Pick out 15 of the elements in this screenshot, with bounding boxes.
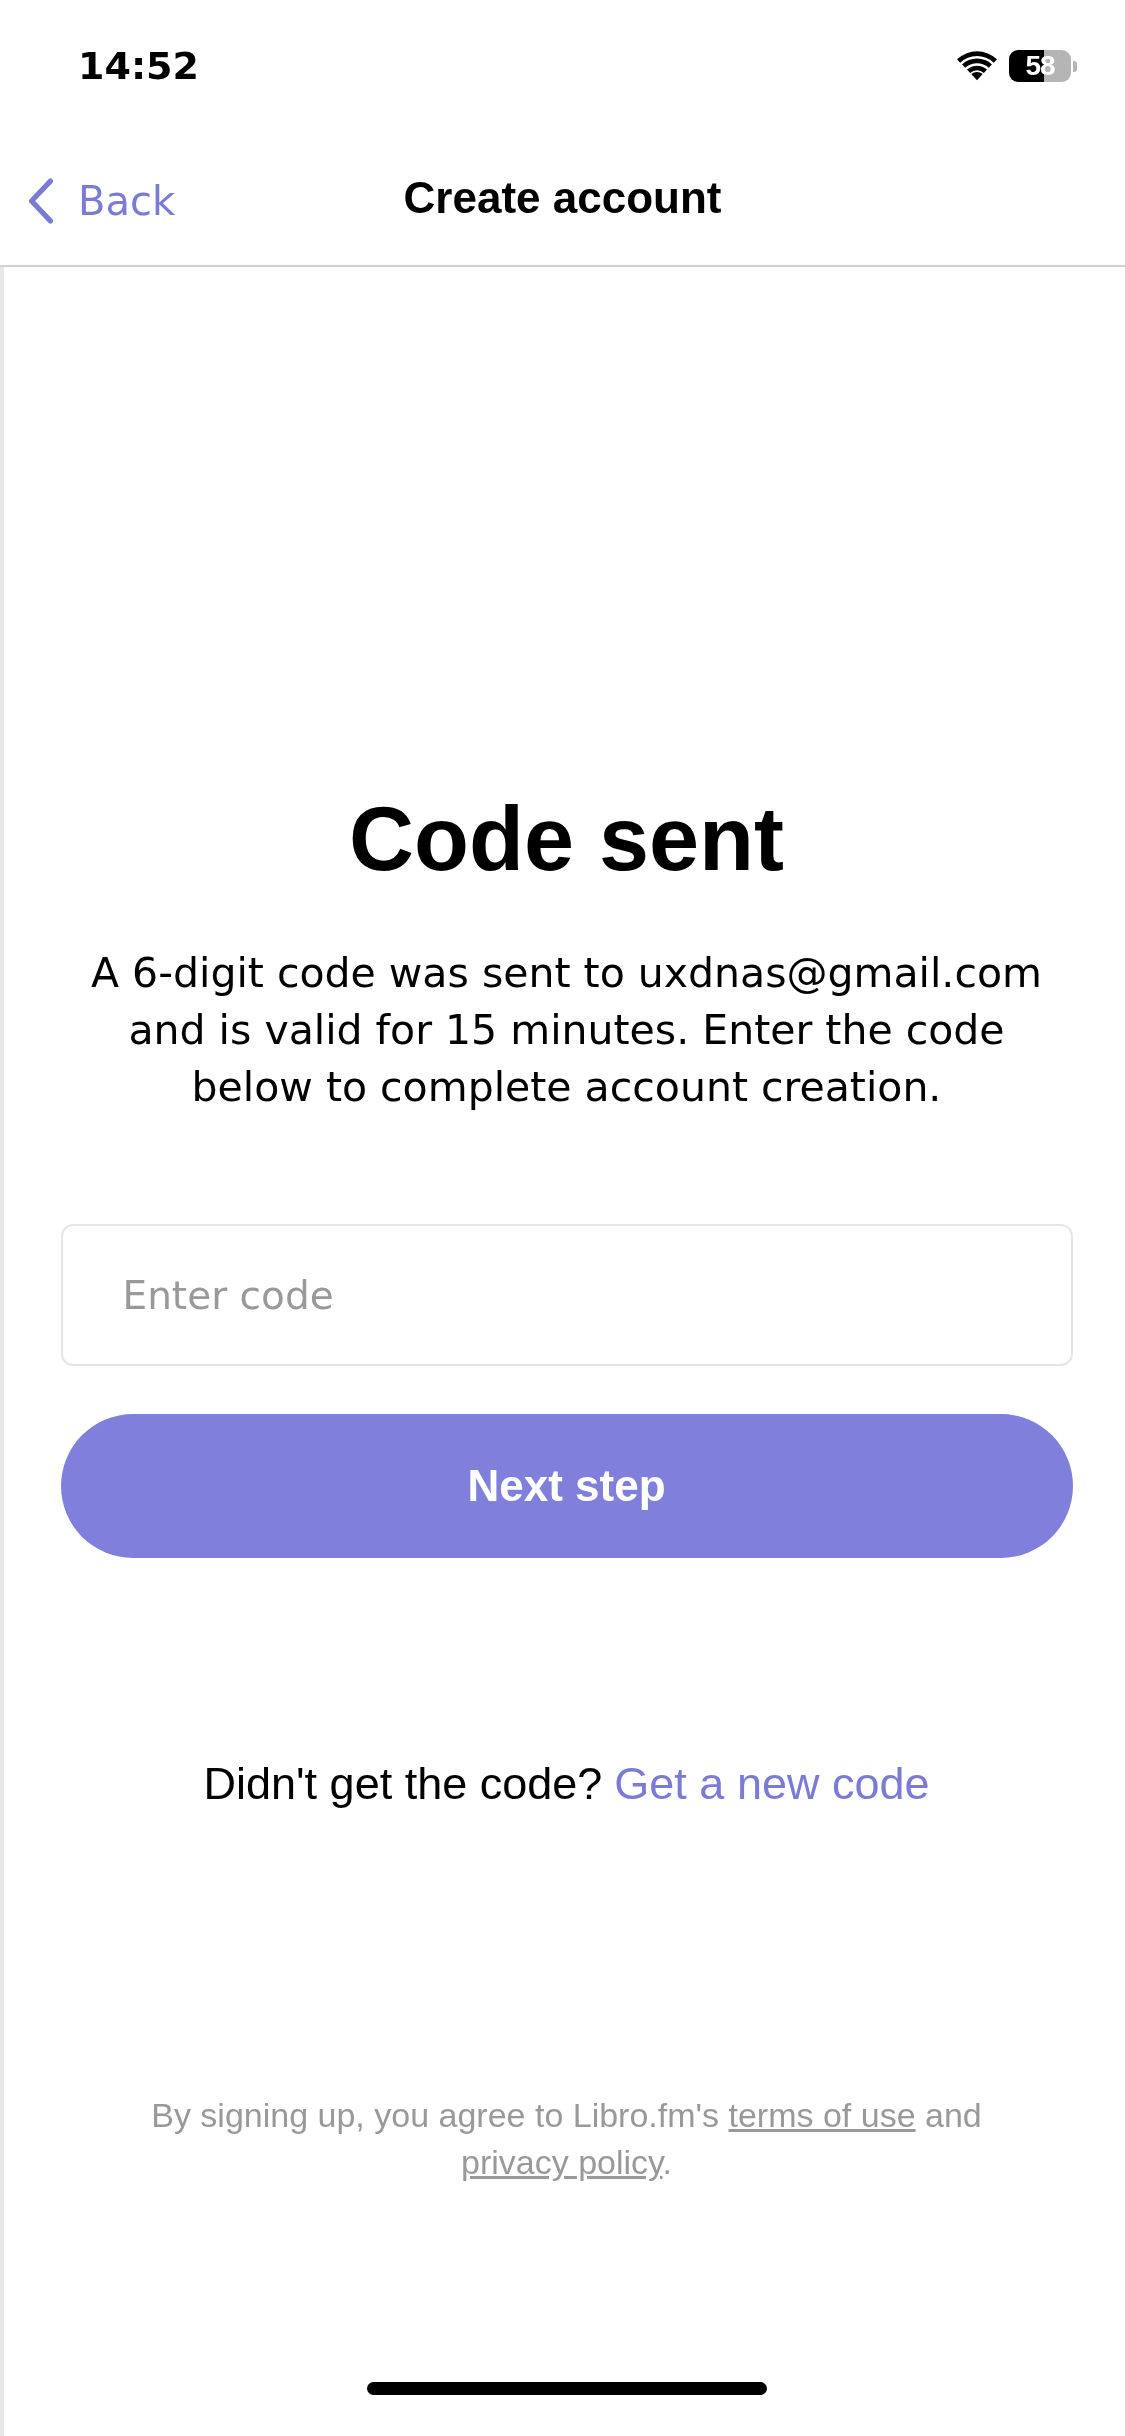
message-text: A 6-digit code was sent to uxdnas@gmail.com and is valid for 15 minutes. Enter the code below to complete account creation. (90, 948, 1043, 1113)
resend-prompt: Didn't get the code? (203, 1758, 603, 1810)
back-button[interactable]: Back (24, 174, 180, 228)
next-step-button[interactable]: Next step (60, 1414, 1073, 1558)
battery-cap-icon (1073, 60, 1077, 72)
new-code-link[interactable]: Get a new code (614, 1758, 930, 1810)
status-time: 14:52 (78, 44, 199, 88)
code-input-field[interactable]: Enter code (60, 1224, 1073, 1366)
privacy-link[interactable]: privacy policy (461, 2143, 663, 2181)
screen-title: Create account (403, 172, 722, 223)
chevron-left-icon (28, 178, 54, 224)
wifi-icon (957, 51, 997, 81)
terms-link[interactable]: terms of use (728, 2096, 916, 2134)
heading: Code sent (348, 788, 785, 891)
terms-notice: By signing up, you agree to Libro.fm's terms of use and privacy policy. (150, 2095, 983, 2183)
